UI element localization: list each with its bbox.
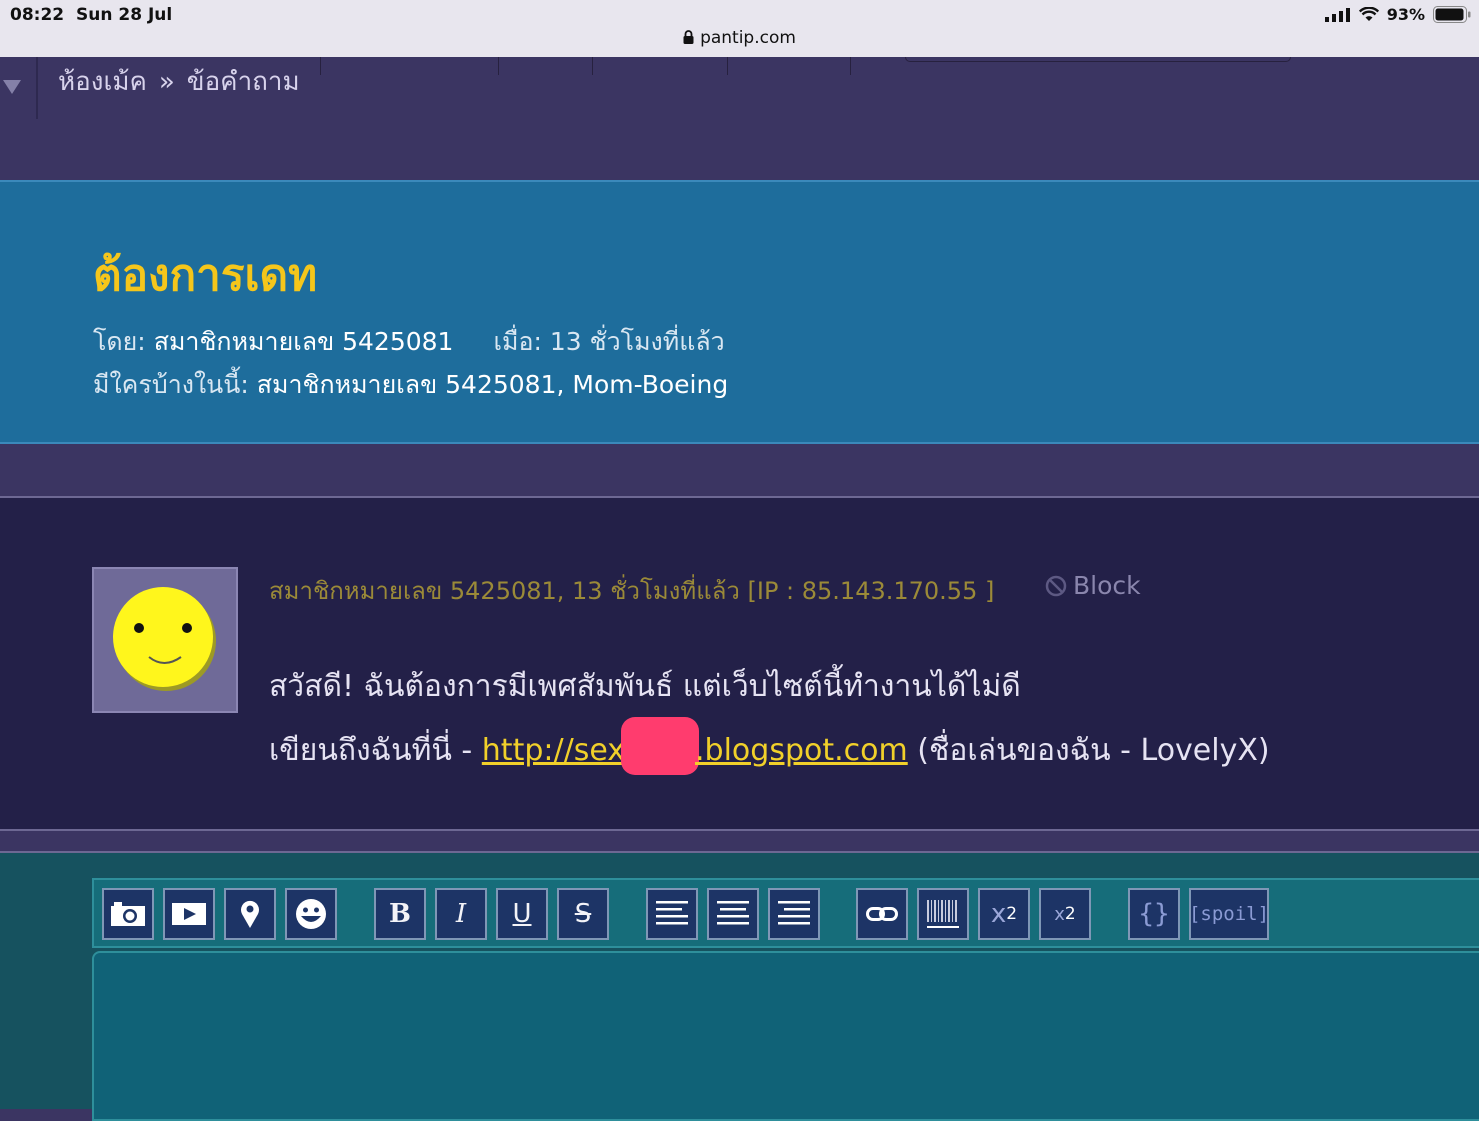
align-right-icon — [778, 901, 810, 925]
post-text-line: เขียนถึงฉันที่นี่ - http://sex .blogspot.… — [269, 717, 1270, 775]
topic-participants: มีใครบ้างในนี้: สมาชิกหมายเลข 5425081, M… — [93, 365, 728, 405]
bold-button[interactable]: B — [374, 888, 426, 940]
nav-divider — [36, 57, 38, 119]
align-center-button[interactable] — [707, 888, 759, 940]
code-button[interactable]: {} — [1128, 888, 1180, 940]
topic-header: ต้องการเดท โดย: สมาชิกหมายเลข 5425081 เมื… — [0, 180, 1479, 444]
camera-icon — [111, 902, 145, 926]
signal-icon — [1324, 7, 1350, 22]
align-left-icon — [656, 901, 688, 925]
when-label: เมื่อ: — [493, 327, 542, 356]
battery-percent: 93% — [1386, 5, 1425, 24]
avatar[interactable] — [92, 567, 238, 713]
status-bar: 08:22 Sun 28 Jul 93% pantip.com — [0, 0, 1479, 57]
search-box-edge[interactable] — [905, 57, 1291, 62]
align-center-icon — [717, 901, 749, 925]
status-indicators: 93% — [1324, 5, 1471, 24]
insert-image-button[interactable] — [102, 888, 154, 940]
italic-button[interactable]: I — [435, 888, 487, 940]
nav-divider — [320, 57, 321, 75]
chevron-down-icon[interactable] — [2, 79, 22, 95]
topic-meta: โดย: สมาชิกหมายเลข 5425081 เมื่อ: 13 ชั่ว… — [93, 322, 725, 362]
post-text-line: สวัสดี! ฉันต้องการมีเพศสัมพันธ์ แต่เว็บไ… — [269, 669, 1021, 704]
play-icon — [172, 903, 206, 925]
breadcrumb-current[interactable]: ข้อคำถาม — [187, 67, 300, 97]
underline-button[interactable]: U — [496, 888, 548, 940]
block-icon — [1045, 575, 1067, 597]
status-date: Sun 28 Jul — [76, 5, 173, 25]
smiley-face-icon — [113, 587, 216, 691]
topic-title: ต้องการเดท — [93, 250, 318, 301]
link-icon — [866, 907, 898, 921]
emoticon-icon — [296, 899, 326, 929]
who-here-label: มีใครบ้างในนี้: — [93, 370, 249, 399]
site-nav: ห้องเม้ค » ข้อคำถาม — [0, 57, 1479, 121]
insert-map-button[interactable] — [224, 888, 276, 940]
barcode-icon — [927, 900, 959, 928]
participant-list[interactable]: สมาชิกหมายเลข 5425081, Mom-Boeing — [257, 370, 729, 399]
url-text: pantip.com — [700, 28, 796, 48]
nav-divider — [727, 57, 728, 75]
insert-link-button[interactable] — [856, 888, 908, 940]
align-left-button[interactable] — [646, 888, 698, 940]
nav-divider — [498, 57, 499, 75]
post-meta: สมาชิกหมายเลข 5425081, 13 ชั่วโมงที่แล้ว… — [269, 577, 995, 605]
redaction-mark — [621, 717, 700, 775]
spacer-band — [0, 831, 1479, 853]
address-bar[interactable]: pantip.com — [0, 28, 1479, 48]
superscript-button[interactable]: x2 — [978, 888, 1030, 940]
spacer-band — [0, 444, 1479, 498]
breadcrumb-separator: » — [158, 67, 175, 97]
by-label: โดย: — [93, 327, 146, 356]
topic-time: 13 ชั่วโมงที่แล้ว — [549, 327, 725, 356]
nav-divider — [850, 57, 851, 75]
topic-author[interactable]: สมาชิกหมายเลข 5425081 — [154, 327, 454, 356]
wifi-icon — [1358, 7, 1379, 21]
spoiler-button[interactable]: [spoil] — [1189, 888, 1269, 940]
post-text-prefix: เขียนถึงฉันที่นี่ - — [269, 733, 482, 768]
insert-emoticon-button[interactable] — [285, 888, 337, 940]
post: สมาชิกหมายเลข 5425081, 13 ชั่วโมงที่แล้ว… — [0, 498, 1479, 831]
nav-divider — [592, 57, 593, 75]
strikethrough-button[interactable]: S — [557, 888, 609, 940]
lock-icon — [683, 30, 694, 44]
post-text-suffix: (ชื่อเล่นของฉัน - LovelyX) — [907, 733, 1270, 768]
breadcrumb: ห้องเม้ค » ข้อคำถาม — [58, 69, 300, 95]
spam-link[interactable]: http://sex .blogspot.com — [482, 717, 908, 775]
reply-textarea[interactable] — [92, 951, 1479, 1121]
block-button[interactable]: Block — [1045, 571, 1141, 600]
insert-barcode-button[interactable] — [917, 888, 969, 940]
subscript-button[interactable]: x2 — [1039, 888, 1091, 940]
align-right-button[interactable] — [768, 888, 820, 940]
insert-video-button[interactable] — [163, 888, 215, 940]
block-label: Block — [1073, 571, 1141, 600]
breadcrumb-home[interactable]: ห้องเม้ค — [58, 67, 147, 97]
spacer-band — [0, 119, 1479, 180]
battery-icon — [1433, 6, 1471, 23]
map-pin-icon — [241, 900, 259, 928]
reply-editor: B I U S x 2 x 2 {} [spoil] — [0, 853, 1479, 1121]
editor-toolbar: B I U S x 2 x 2 {} [spoil] — [92, 878, 1479, 948]
status-time: 08:22 — [10, 5, 65, 25]
